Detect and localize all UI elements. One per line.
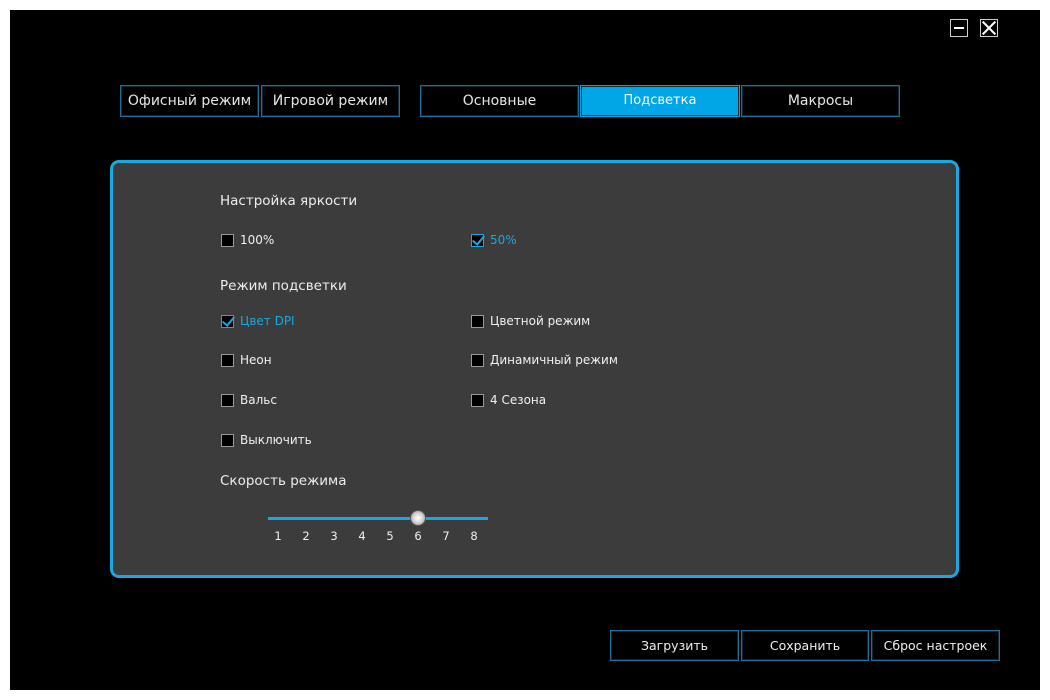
checkbox[interactable] (221, 393, 234, 407)
option-label: Вальс (240, 393, 277, 407)
tab-main[interactable]: Основные (420, 85, 579, 117)
lighting-option-off[interactable]: Выключить (221, 432, 312, 448)
load-button[interactable]: Загрузить (610, 630, 739, 661)
checkbox[interactable] (221, 233, 234, 247)
close-icon[interactable] (980, 19, 998, 37)
checkbox[interactable] (471, 353, 484, 367)
save-button[interactable]: Сохранить (741, 630, 869, 661)
option-label: Динамичный режим (490, 353, 618, 367)
option-label: 50% (490, 233, 517, 247)
brightness-heading: Настройка яркости (220, 193, 358, 209)
lighting-option-dynamic[interactable]: Динамичный режим (471, 352, 618, 368)
lighting-option-4-seasons[interactable]: 4 Сезона (471, 392, 546, 408)
lighting-option-waltz[interactable]: Вальс (221, 392, 277, 408)
brightness-option-50[interactable]: 50% (471, 232, 517, 248)
mode-button-game[interactable]: Игровой режим (261, 85, 400, 117)
option-label: 100% (240, 233, 275, 247)
option-label: 4 Сезона (490, 393, 547, 407)
lighting-mode-heading: Режим подсветки (220, 278, 347, 294)
speed-tick-label: 5 (386, 529, 394, 543)
minimize-icon[interactable] (950, 19, 968, 37)
reset-settings-button[interactable]: Сброс настроек (871, 630, 1000, 661)
checkbox[interactable] (471, 314, 484, 328)
option-label: Неон (240, 353, 272, 367)
option-label: Цветной режим (490, 314, 591, 328)
lighting-settings-panel: Настройка яркости 100% 50% Режим подсвет… (110, 160, 959, 578)
tab-lighting[interactable]: Подсветка (580, 85, 740, 117)
speed-slider-track[interactable] (268, 517, 488, 520)
speed-slider-thumb[interactable] (410, 510, 426, 526)
checkmark-icon[interactable] (471, 233, 484, 247)
option-label: Цвет DPI (240, 314, 295, 328)
brightness-option-100[interactable]: 100% (221, 232, 274, 248)
speed-tick-label: 4 (358, 529, 366, 543)
app-window: Офисный режим Игровой режим Основные Под… (10, 10, 1040, 690)
tab-macros[interactable]: Макросы (741, 85, 900, 117)
speed-tick-label: 6 (414, 529, 422, 543)
checkbox[interactable] (221, 433, 234, 447)
speed-tick-label: 2 (302, 529, 310, 543)
speed-tick-label: 3 (330, 529, 338, 543)
lighting-option-dpi-color[interactable]: Цвет DPI (221, 313, 295, 329)
checkbox[interactable] (471, 393, 484, 407)
checkbox[interactable] (221, 353, 234, 367)
speed-heading: Скорость режима (220, 473, 347, 489)
checkmark-icon[interactable] (221, 314, 234, 328)
speed-tick-label: 1 (274, 529, 282, 543)
speed-tick-label: 7 (442, 529, 450, 543)
lighting-option-neon[interactable]: Неон (221, 352, 272, 368)
lighting-option-color-mode[interactable]: Цветной режим (471, 313, 590, 329)
mode-button-office[interactable]: Офисный режим (120, 85, 259, 117)
speed-tick-label: 8 (470, 529, 478, 543)
option-label: Выключить (240, 433, 312, 447)
